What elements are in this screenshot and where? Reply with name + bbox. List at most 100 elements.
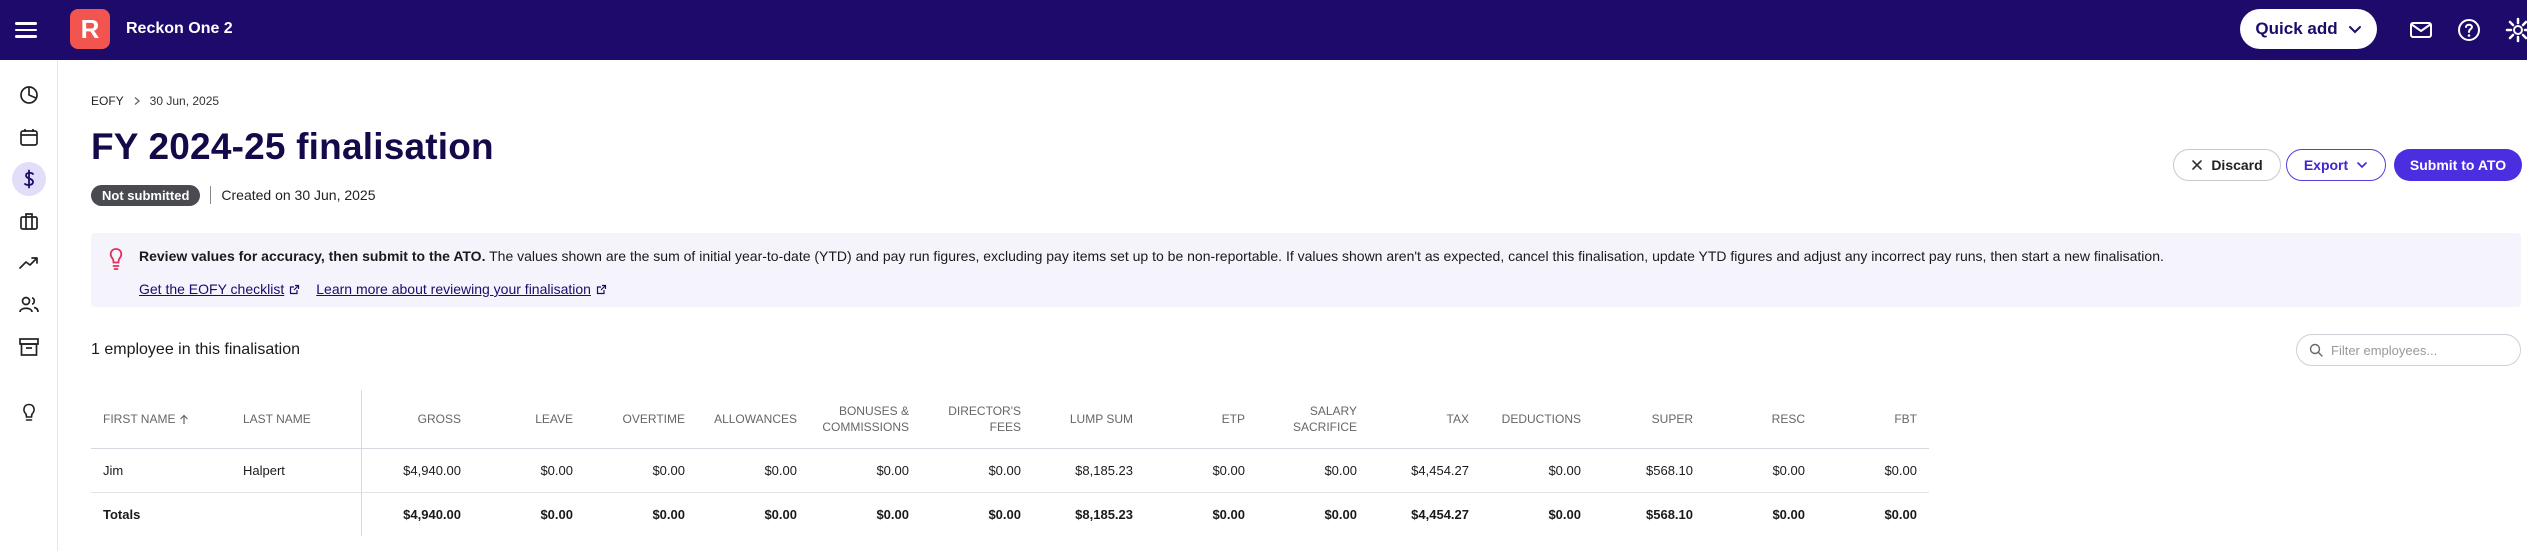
- total-overtime: $0.00: [652, 506, 685, 522]
- discard-button[interactable]: Discard: [2173, 149, 2281, 181]
- employee-count: 1 employee in this finalisation: [91, 341, 301, 358]
- table-header-row: FIRST NAME LAST NAME GROSS LEAVE OVERTIM…: [91, 390, 1929, 449]
- close-icon: [2192, 160, 2203, 170]
- quick-add-button[interactable]: Quick add: [2240, 9, 2377, 49]
- col-deductions[interactable]: DEDUCTIONS: [1481, 390, 1593, 449]
- external-link-icon: [596, 284, 607, 294]
- trending-up-icon[interactable]: [12, 246, 46, 280]
- cell-leave: $0.00: [473, 448, 585, 493]
- chevron-down-icon: [2348, 26, 2361, 34]
- col-lump-sum[interactable]: LUMP SUM: [1033, 390, 1145, 449]
- calendar-icon[interactable]: [12, 120, 46, 154]
- total-fbt: $0.00: [1884, 506, 1917, 522]
- chevron-down-icon: [2357, 162, 2367, 169]
- col-etp[interactable]: ETP: [1145, 390, 1257, 449]
- col-directors-line2: FEES: [989, 419, 1021, 434]
- filter-employees-field[interactable]: [2296, 334, 2521, 366]
- col-bonuses-line2: COMMISSIONS: [822, 419, 909, 434]
- col-gross[interactable]: GROSS: [361, 390, 473, 449]
- top-bar: R Reckon One 2 Quick add: [0, 0, 2527, 60]
- table-row[interactable]: Jim Halpert $4,940.00 $0.00 $0.00 $0.00 …: [91, 448, 1929, 493]
- help-icon[interactable]: [2456, 17, 2482, 43]
- mail-icon[interactable]: [2408, 17, 2434, 43]
- dollar-icon[interactable]: [12, 162, 46, 196]
- total-salary-sacrifice: $0.00: [1324, 506, 1357, 522]
- total-etp: $0.00: [1212, 506, 1245, 522]
- cell-salary-sacrifice: $0.00: [1257, 448, 1369, 493]
- info-banner: Review values for accuracy, then submit …: [91, 233, 2521, 307]
- learn-more-label: Learn more about reviewing your finalisa…: [316, 281, 591, 297]
- dashboard-icon[interactable]: [12, 78, 46, 112]
- col-salary-line1: SALARY: [1309, 403, 1357, 418]
- discard-label: Discard: [2211, 157, 2263, 173]
- search-icon: [2309, 343, 2323, 357]
- breadcrumb-eofy-link[interactable]: EOFY: [91, 94, 124, 108]
- eofy-checklist-link[interactable]: Get the EOFY checklist: [139, 281, 300, 297]
- col-directors-line1: DIRECTOR'S: [948, 403, 1021, 418]
- col-first-name-label: FIRST NAME: [103, 411, 176, 426]
- col-super[interactable]: SUPER: [1593, 390, 1705, 449]
- banner-message: Review values for accuracy, then submit …: [139, 248, 2164, 264]
- people-icon[interactable]: [12, 288, 46, 322]
- cell-deductions: $0.00: [1481, 448, 1593, 493]
- total-gross: $4,940.00: [403, 506, 461, 522]
- lightbulb-icon[interactable]: [12, 396, 46, 430]
- cell-fbt: $0.00: [1817, 448, 1929, 493]
- cell-tax: $4,454.27: [1369, 448, 1481, 493]
- banner-text: The values shown are the sum of initial …: [485, 248, 2164, 264]
- totals-empty: [231, 492, 362, 536]
- cell-allowances: $0.00: [697, 448, 809, 493]
- page-title: FY 2024-25 finalisation: [91, 126, 494, 167]
- submit-to-ato-button[interactable]: Submit to ATO: [2394, 149, 2522, 181]
- sidebar: [0, 60, 58, 551]
- cell-overtime: $0.00: [585, 448, 697, 493]
- status-row: Not submitted Created on 30 Jun, 2025: [91, 184, 376, 206]
- chevron-right-icon: [134, 97, 140, 105]
- app-logo[interactable]: R: [70, 9, 110, 49]
- learn-more-link[interactable]: Learn more about reviewing your finalisa…: [316, 281, 607, 297]
- eofy-checklist-label: Get the EOFY checklist: [139, 281, 285, 297]
- breadcrumb: EOFY 30 Jun, 2025: [91, 94, 219, 108]
- col-resc[interactable]: RESC: [1705, 390, 1817, 449]
- col-first-name[interactable]: FIRST NAME: [91, 390, 231, 449]
- app-title: Reckon One 2: [126, 20, 233, 37]
- cell-resc: $0.00: [1705, 448, 1817, 493]
- breadcrumb-current: 30 Jun, 2025: [149, 94, 220, 108]
- banner-links: Get the EOFY checklist Learn more about …: [139, 281, 607, 297]
- total-directors-fees: $0.00: [988, 506, 1021, 522]
- col-fbt[interactable]: FBT: [1817, 390, 1929, 449]
- cell-last-name: Halpert: [231, 448, 362, 493]
- status-badge: Not submitted: [91, 184, 201, 206]
- cell-bonuses: $0.00: [809, 448, 921, 493]
- settings-icon[interactable]: [2505, 17, 2527, 43]
- col-bonuses[interactable]: BONUSES & COMMISSIONS: [809, 390, 921, 449]
- cell-directors-fees: $0.00: [921, 448, 1033, 493]
- col-allowances[interactable]: ALLOWANCES: [697, 390, 809, 449]
- col-overtime[interactable]: OVERTIME: [585, 390, 697, 449]
- finalisation-table: FIRST NAME LAST NAME GROSS LEAVE OVERTIM…: [91, 390, 1929, 536]
- hamburger-icon[interactable]: [14, 18, 38, 42]
- cell-etp: $0.00: [1145, 448, 1257, 493]
- col-salary-line2: SACRIFICE: [1292, 419, 1357, 434]
- col-last-name[interactable]: LAST NAME: [231, 390, 362, 449]
- cell-super: $568.10: [1593, 448, 1705, 493]
- totals-label: Totals: [103, 506, 141, 522]
- archive-icon[interactable]: [12, 330, 46, 364]
- export-button[interactable]: Export: [2286, 149, 2386, 181]
- filter-employees-input[interactable]: [2331, 342, 2511, 358]
- total-resc: $0.00: [1772, 506, 1805, 522]
- col-tax[interactable]: TAX: [1369, 390, 1481, 449]
- totals-row: Totals $4,940.00 $0.00 $0.00 $0.00 $0.00…: [91, 492, 1929, 536]
- lightbulb-icon: [109, 248, 123, 270]
- created-date: Created on 30 Jun, 2025: [221, 187, 376, 203]
- total-deductions: $0.00: [1548, 506, 1581, 522]
- col-leave[interactable]: LEAVE: [473, 390, 585, 449]
- cell-gross: $4,940.00: [361, 448, 473, 493]
- col-salary-sacrifice[interactable]: SALARY SACRIFICE: [1257, 390, 1369, 449]
- cell-first-name: Jim: [91, 448, 231, 493]
- col-directors-fees[interactable]: DIRECTOR'S FEES: [921, 390, 1033, 449]
- sort-ascending-icon: [180, 414, 189, 425]
- banner-bold-text: Review values for accuracy, then submit …: [139, 248, 486, 264]
- briefcase-icon[interactable]: [12, 204, 46, 238]
- total-lump-sum: $8,185.23: [1075, 506, 1133, 522]
